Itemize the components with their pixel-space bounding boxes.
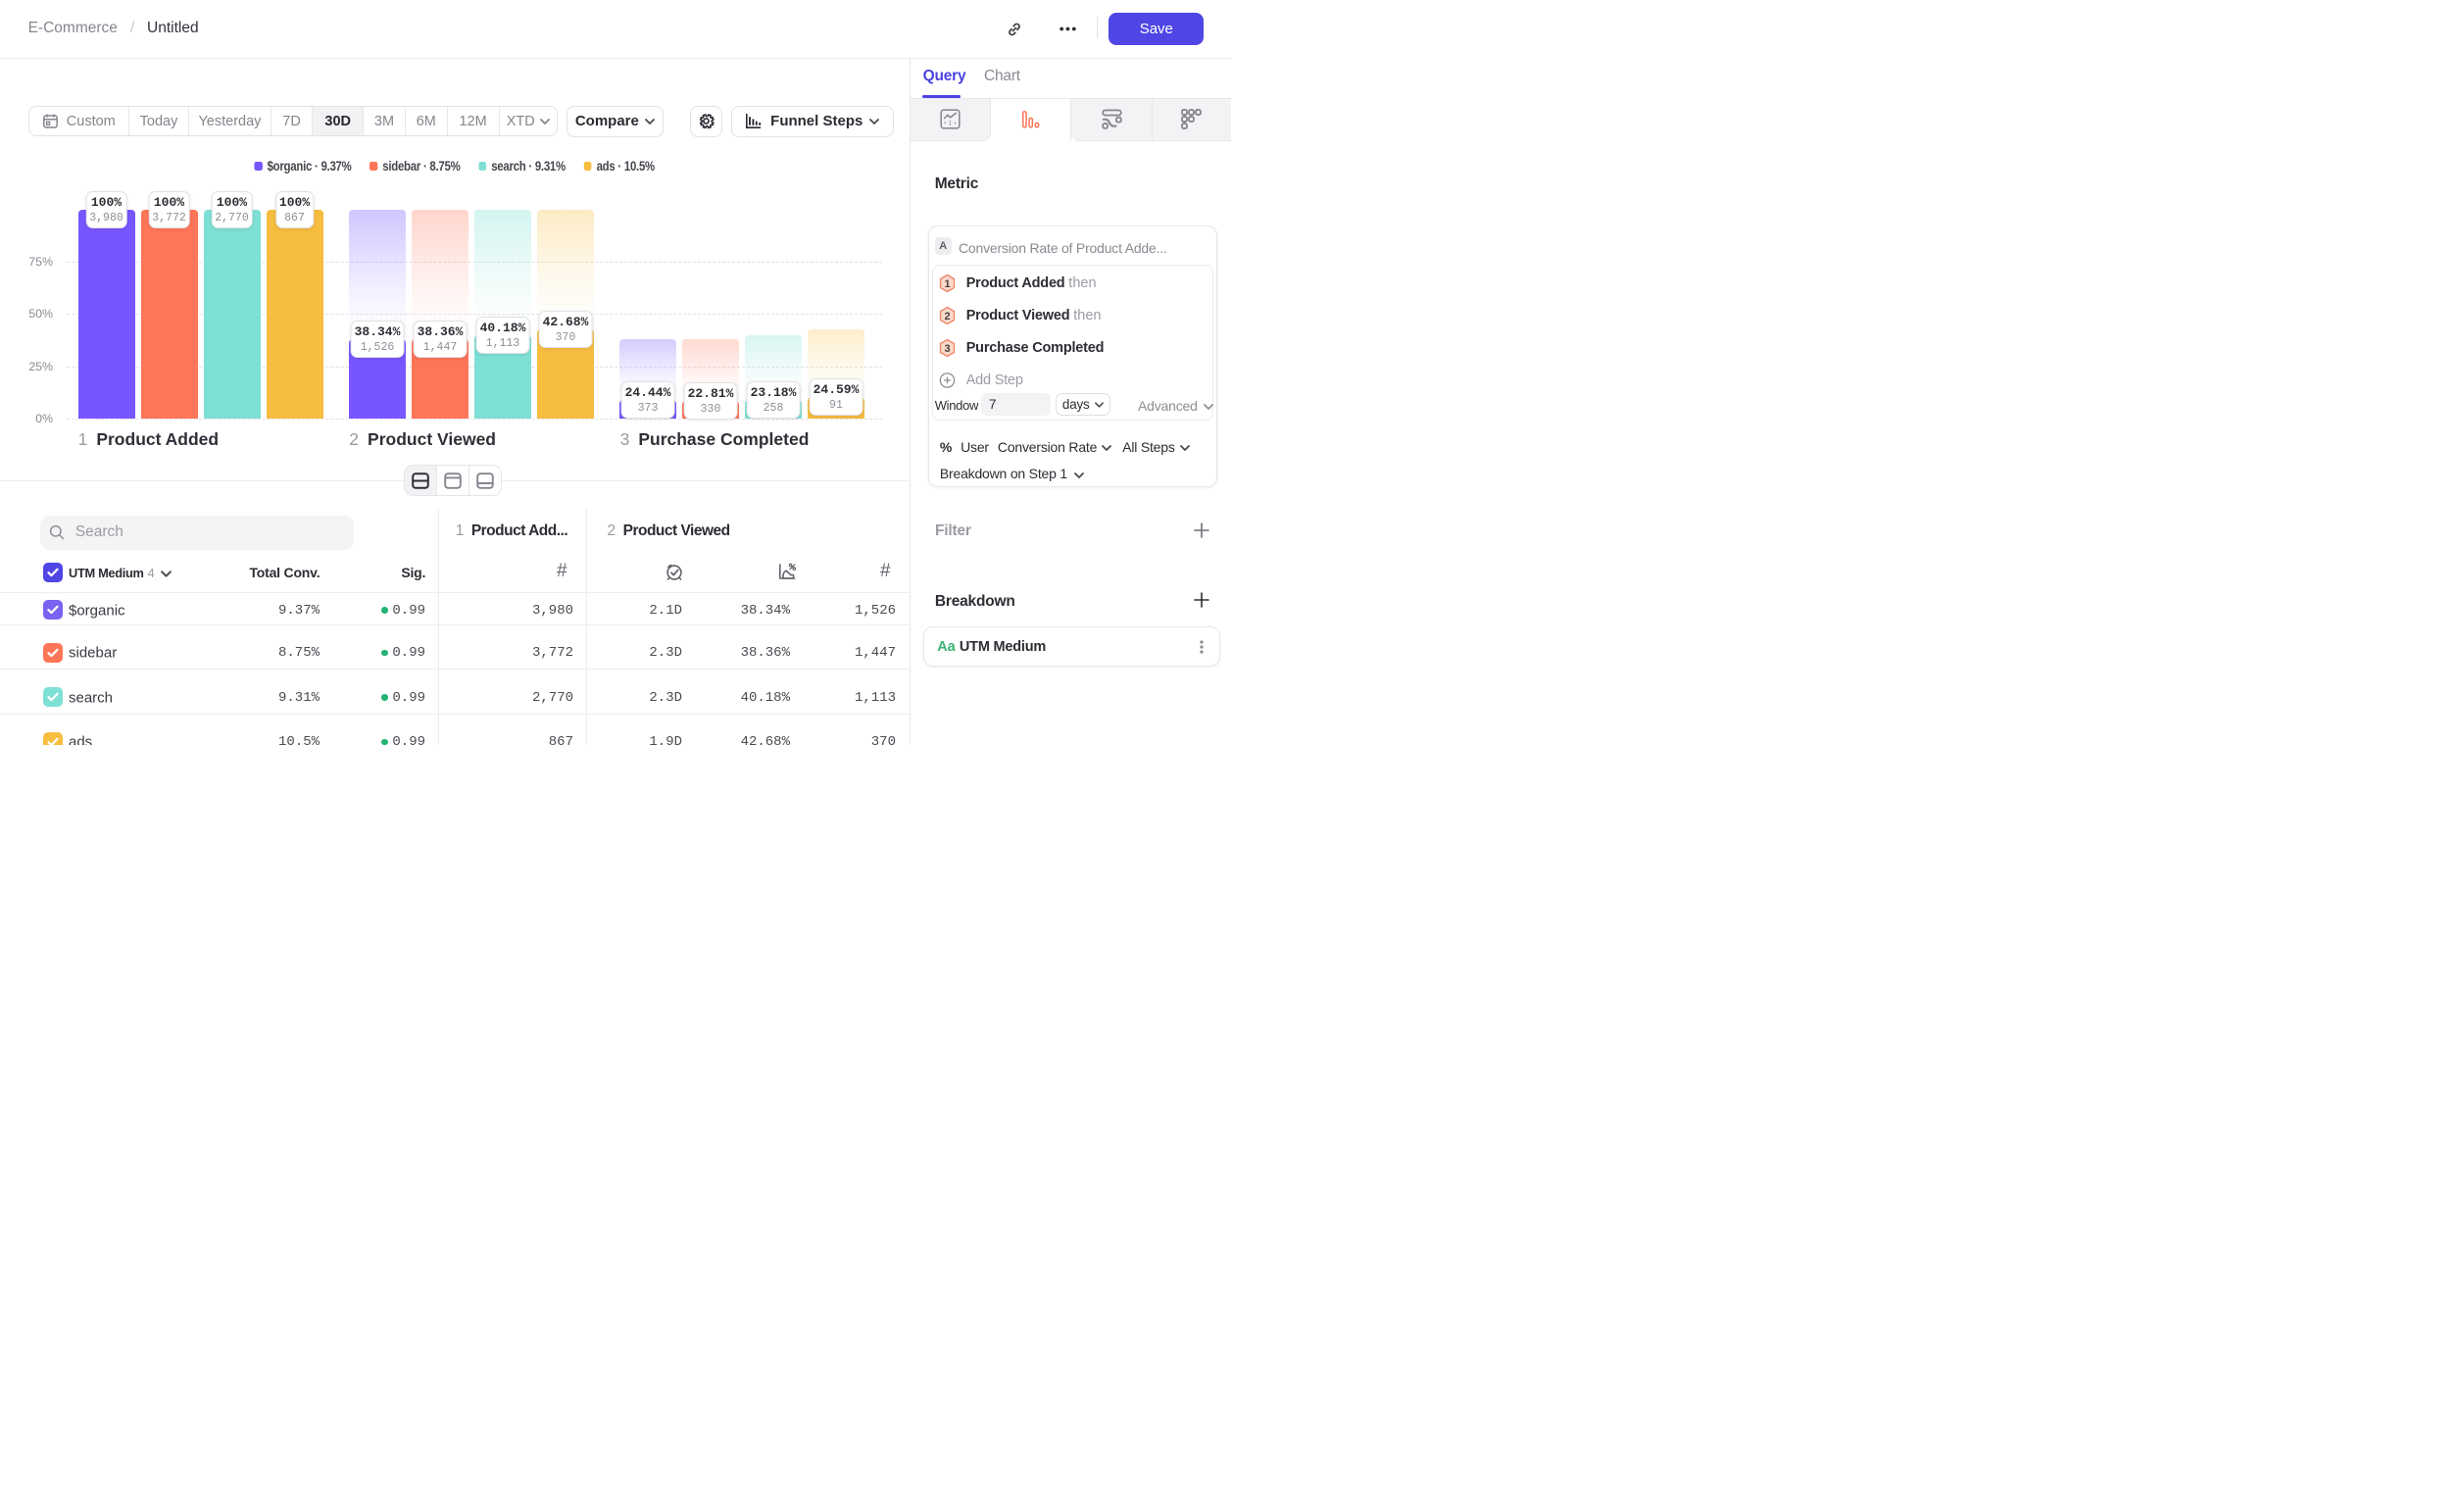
svg-text:2: 2 [945, 311, 951, 323]
svg-text:1: 1 [945, 278, 951, 290]
svg-text:3: 3 [945, 343, 951, 355]
